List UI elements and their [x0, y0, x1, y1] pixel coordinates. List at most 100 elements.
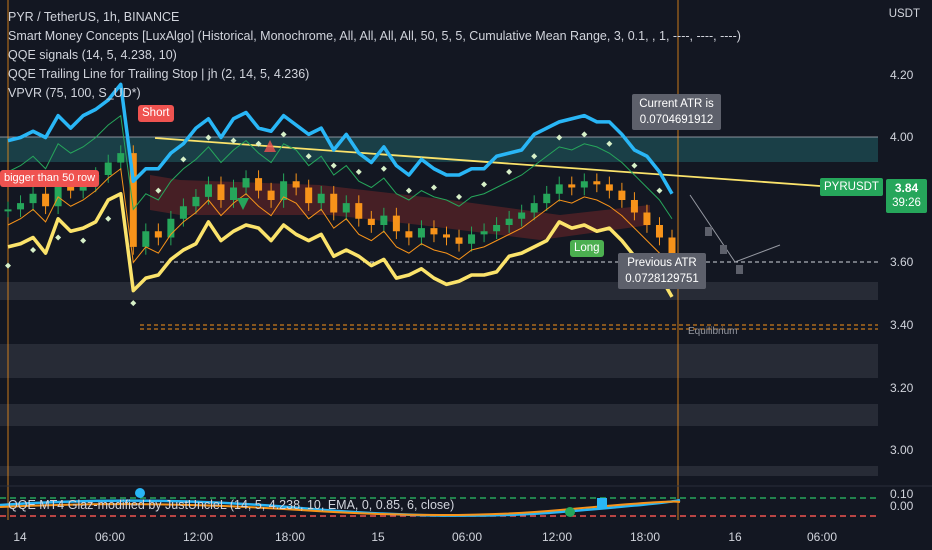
- trailing-dot-22: [280, 131, 287, 138]
- short-signal-label: Short: [138, 105, 174, 122]
- candle-body-23: [292, 181, 300, 188]
- last-price-value: 3.84: [894, 181, 919, 195]
- candle-body-28: [355, 203, 363, 219]
- candle-body-40: [505, 218, 513, 225]
- candle-body-21: [267, 190, 275, 200]
- sub-tick-1: 0.00: [890, 499, 914, 513]
- candle-body-35: [442, 234, 450, 238]
- trailing-dot-4: [55, 234, 62, 241]
- currency-label[interactable]: USDT: [889, 8, 920, 20]
- sub-marker-blue: [135, 488, 145, 498]
- price-tick-2: 3.60: [890, 255, 914, 269]
- ghost-candle-1: [720, 245, 727, 254]
- candle-body-51: [643, 212, 651, 225]
- time-tick-6: 12:00: [542, 530, 572, 544]
- candle-body-50: [630, 200, 638, 213]
- candle-body-19: [242, 178, 250, 188]
- trailing-dot-50: [631, 162, 638, 169]
- trailing-dot-30: [380, 165, 387, 172]
- previous-atr-line2: 0.0728129751: [625, 273, 699, 285]
- candle-body-52: [655, 225, 663, 238]
- candle-body-11: [142, 231, 150, 247]
- time-tick-0: 14: [13, 530, 27, 544]
- time-tick-4: 15: [371, 530, 385, 544]
- candle-body-25: [317, 193, 325, 204]
- candle-body-14: [179, 206, 187, 219]
- price-tick-4: 3.20: [890, 381, 914, 395]
- candle-body-12: [154, 231, 162, 238]
- last-price-badge: 3.84 39:26: [886, 179, 927, 213]
- candle-body-32: [405, 231, 413, 238]
- symbol-price-tag: PYRUSDT: [820, 178, 883, 196]
- bigger-rows-label: bigger than 50 row: [0, 170, 100, 187]
- projection-path: [689, 194, 781, 263]
- candle-body-42: [530, 203, 538, 213]
- price-tick-5: 3.00: [890, 443, 914, 457]
- candle-body-30: [380, 215, 388, 225]
- candle-body-36: [455, 237, 463, 244]
- previous-atr-tooltip: Previous ATR 0.0728129751: [618, 253, 706, 289]
- candle-body-18: [230, 187, 238, 200]
- time-tick-1: 06:00: [95, 530, 125, 544]
- previous-atr-line1: Previous ATR: [627, 257, 697, 269]
- price-tick-0: 4.20: [890, 68, 914, 82]
- bar-countdown: 39:26: [892, 197, 921, 209]
- trailing-dot-46: [581, 131, 588, 138]
- legend-vpvr[interactable]: VPVR (75, 100, S_UD*): [8, 84, 741, 103]
- candle-body-20: [255, 178, 263, 191]
- candle-body-38: [480, 231, 488, 235]
- candle-body-33: [417, 228, 425, 238]
- price-tick-3: 3.40: [890, 318, 914, 332]
- legend-smc[interactable]: Smart Money Concepts [LuxAlgo] (Historic…: [8, 27, 741, 46]
- candle-body-1: [17, 203, 25, 210]
- current-atr-tooltip: Current ATR is 0.0704691912: [632, 94, 721, 130]
- candle-body-49: [618, 190, 626, 200]
- candle-body-41: [518, 212, 526, 219]
- trailing-dot-2: [30, 247, 37, 253]
- legend-qqe-trailing[interactable]: QQE Trailing Line for Trailing Stop | jh…: [8, 65, 741, 84]
- current-atr-line1: Current ATR is: [639, 98, 714, 110]
- trailing-dot-36: [456, 193, 463, 200]
- legend-qqe-signals[interactable]: QQE signals (14, 5, 4.238, 10): [8, 46, 741, 65]
- candle-body-24: [305, 187, 313, 204]
- ghost-candle-2: [736, 265, 743, 274]
- candle-body-37: [468, 234, 476, 244]
- candle-body-39: [493, 225, 501, 232]
- candle-body-43: [543, 193, 551, 204]
- candle-body-48: [605, 184, 613, 191]
- candle-body-46: [580, 181, 588, 188]
- indicator-legend: PYR / TetherUS, 1h, BINANCE Smart Money …: [8, 8, 741, 103]
- sub-indicator-legend[interactable]: QQE MT4 Glaz-modified by JustUncleL (14,…: [8, 498, 454, 512]
- candle-body-44: [555, 184, 563, 194]
- symbol-title[interactable]: PYR / TetherUS, 1h, BINANCE: [8, 8, 741, 27]
- candle-body-29: [367, 218, 375, 225]
- time-tick-8: 16: [728, 530, 742, 544]
- trailing-dot-6: [80, 237, 87, 244]
- trailing-dot-40: [506, 168, 513, 175]
- candle-body-17: [217, 184, 225, 200]
- trailing-dot-8: [105, 215, 112, 222]
- trailing-dot-0: [5, 262, 11, 269]
- candle-body-47: [593, 181, 601, 185]
- volume-zone-1: [0, 344, 878, 378]
- volume-zone-3: [0, 466, 878, 476]
- trailing-dot-10: [130, 300, 137, 307]
- trailing-dot-38: [481, 181, 488, 188]
- sub-marker-green: [565, 507, 575, 517]
- candle-body-34: [430, 228, 438, 235]
- candle-body-45: [568, 184, 576, 188]
- candle-body-27: [342, 203, 350, 213]
- time-tick-7: 18:00: [630, 530, 660, 544]
- time-tick-5: 06:00: [452, 530, 482, 544]
- candle-body-9: [117, 153, 125, 163]
- sub-marker-square: [597, 498, 607, 508]
- equilibrium-label: Equilibrium: [688, 326, 738, 337]
- volume-zone-2: [0, 404, 878, 426]
- candle-body-15: [192, 196, 200, 207]
- price-tick-1: 4.00: [890, 130, 914, 144]
- trailing-dot-34: [430, 184, 437, 191]
- candle-body-26: [330, 193, 338, 213]
- long-signal-label: Long: [570, 240, 604, 257]
- trailing-dot-32: [405, 187, 412, 194]
- candle-body-0: [4, 209, 12, 212]
